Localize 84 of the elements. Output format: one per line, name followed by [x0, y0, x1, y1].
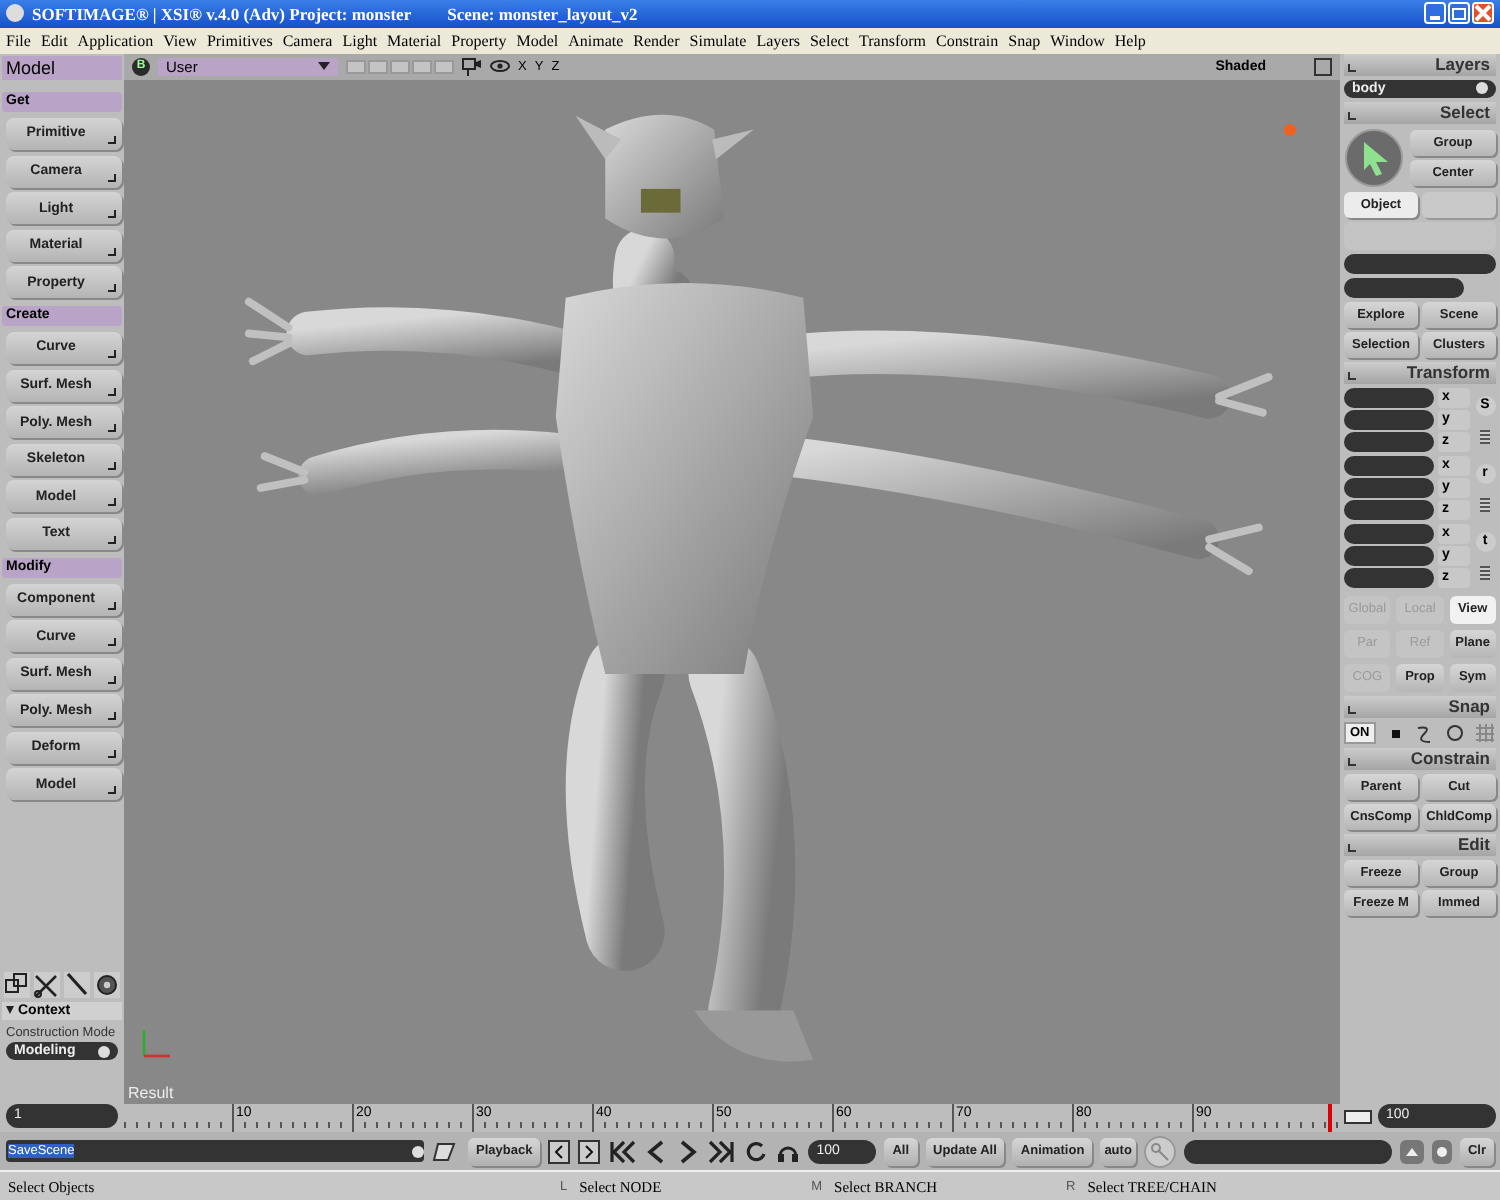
- section-header[interactable]: Layers: [1344, 53, 1496, 76]
- corner-icon: [108, 749, 116, 758]
- corner-icon: [108, 498, 116, 507]
- next-key-icon[interactable]: [578, 1139, 601, 1164]
- value-field[interactable]: [1344, 523, 1434, 544]
- close-icon[interactable]: [1472, 2, 1494, 25]
- value-field[interactable]: [1344, 387, 1434, 408]
- camera-icon[interactable]: [462, 57, 482, 76]
- minimize-icon[interactable]: [1424, 2, 1446, 25]
- scissors-icon[interactable]: [34, 972, 60, 999]
- menu-item[interactable]: Snap: [1008, 31, 1041, 50]
- loop-icon[interactable]: [744, 1139, 769, 1164]
- viewport-label: Result: [128, 1084, 174, 1103]
- menu-item[interactable]: Window: [1050, 31, 1105, 50]
- snap-curve-icon[interactable]: [1413, 721, 1436, 744]
- scene-name: Scene: monster_layout_v2: [447, 3, 638, 24]
- value-field[interactable]: [1344, 567, 1434, 588]
- value-field[interactable]: [1344, 431, 1434, 452]
- corner-icon: [108, 786, 116, 795]
- select-arrow-button[interactable]: [1344, 127, 1404, 188]
- maximize-icon[interactable]: [1314, 57, 1332, 76]
- corner-icon: [108, 424, 116, 433]
- value-field[interactable]: [1344, 455, 1434, 476]
- menu-item[interactable]: Application: [77, 31, 154, 50]
- filter-field[interactable]: [1344, 277, 1464, 298]
- last-frame-icon[interactable]: [708, 1139, 737, 1164]
- up-icon[interactable]: [1399, 1139, 1424, 1164]
- corner-icon: [108, 638, 116, 647]
- section-header[interactable]: Constrain: [1344, 747, 1496, 770]
- corner-icon: [108, 135, 116, 144]
- corner-icon: [108, 349, 116, 358]
- corner-icon: [108, 601, 116, 609]
- menu-item[interactable]: Edit: [40, 31, 68, 50]
- indicator-dot-icon: [1284, 123, 1296, 136]
- corner-icon: [108, 535, 116, 544]
- menu-item[interactable]: Primitives: [206, 31, 273, 50]
- playhead-marker[interactable]: [1328, 1104, 1332, 1133]
- corner-icon: [108, 284, 116, 293]
- menu-item[interactable]: View: [163, 31, 197, 50]
- section-header[interactable]: Select: [1344, 101, 1496, 124]
- restore-icon[interactable]: [1448, 2, 1470, 25]
- caret-icon: [318, 62, 330, 71]
- section-header[interactable]: Transform: [1344, 361, 1496, 384]
- value-field[interactable]: [1344, 409, 1434, 430]
- menu-item[interactable]: Select: [809, 31, 850, 50]
- selection-field[interactable]: [1344, 253, 1496, 274]
- section-header[interactable]: Snap: [1344, 695, 1496, 718]
- corner-icon: [108, 675, 116, 684]
- toolbar-slots-icon: [346, 59, 454, 74]
- corner-icon: [108, 173, 116, 182]
- play-icon[interactable]: [676, 1139, 701, 1164]
- menu-item[interactable]: Help: [1114, 31, 1146, 50]
- menu-item[interactable]: Camera: [282, 31, 333, 50]
- corner-icon: [108, 210, 116, 219]
- corner-icon: [108, 712, 116, 721]
- menu-item[interactable]: Simulate: [689, 31, 747, 50]
- menu-item[interactable]: Model: [516, 31, 559, 50]
- value-field[interactable]: [1344, 477, 1434, 498]
- corner-icon: [108, 461, 116, 470]
- menu-item[interactable]: Transform: [859, 31, 927, 50]
- caret-icon: [6, 1006, 14, 1015]
- menu-item[interactable]: File: [6, 31, 31, 50]
- step-back-icon[interactable]: [644, 1139, 669, 1164]
- value-field[interactable]: [1344, 499, 1434, 520]
- corner-icon: [108, 247, 116, 256]
- menu-item[interactable]: Property: [451, 31, 507, 50]
- key-field[interactable]: [1183, 1139, 1392, 1164]
- app-icon: [6, 4, 24, 23]
- menu-item[interactable]: Material: [387, 31, 442, 50]
- panel-title: Model: [2, 55, 122, 80]
- first-frame-icon[interactable]: [608, 1139, 637, 1164]
- corner-icon: [108, 387, 116, 396]
- previous-key-icon[interactable]: [548, 1139, 571, 1164]
- menu-item[interactable]: Constrain: [936, 31, 999, 50]
- section-header[interactable]: Edit: [1344, 833, 1496, 856]
- snap-circle-icon[interactable]: [1443, 721, 1466, 744]
- eye-icon[interactable]: [490, 57, 510, 76]
- menu-item[interactable]: Animate: [568, 31, 624, 50]
- menu-item[interactable]: Render: [633, 31, 680, 50]
- value-field[interactable]: [1344, 545, 1434, 566]
- menu-item[interactable]: Layers: [756, 31, 800, 50]
- menu-item[interactable]: Light: [342, 31, 378, 50]
- cubes-icon[interactable]: [4, 972, 30, 999]
- window-title: SOFTIMAGE® | XSI® v.4.0 (Adv) Project: monster: [32, 3, 412, 24]
